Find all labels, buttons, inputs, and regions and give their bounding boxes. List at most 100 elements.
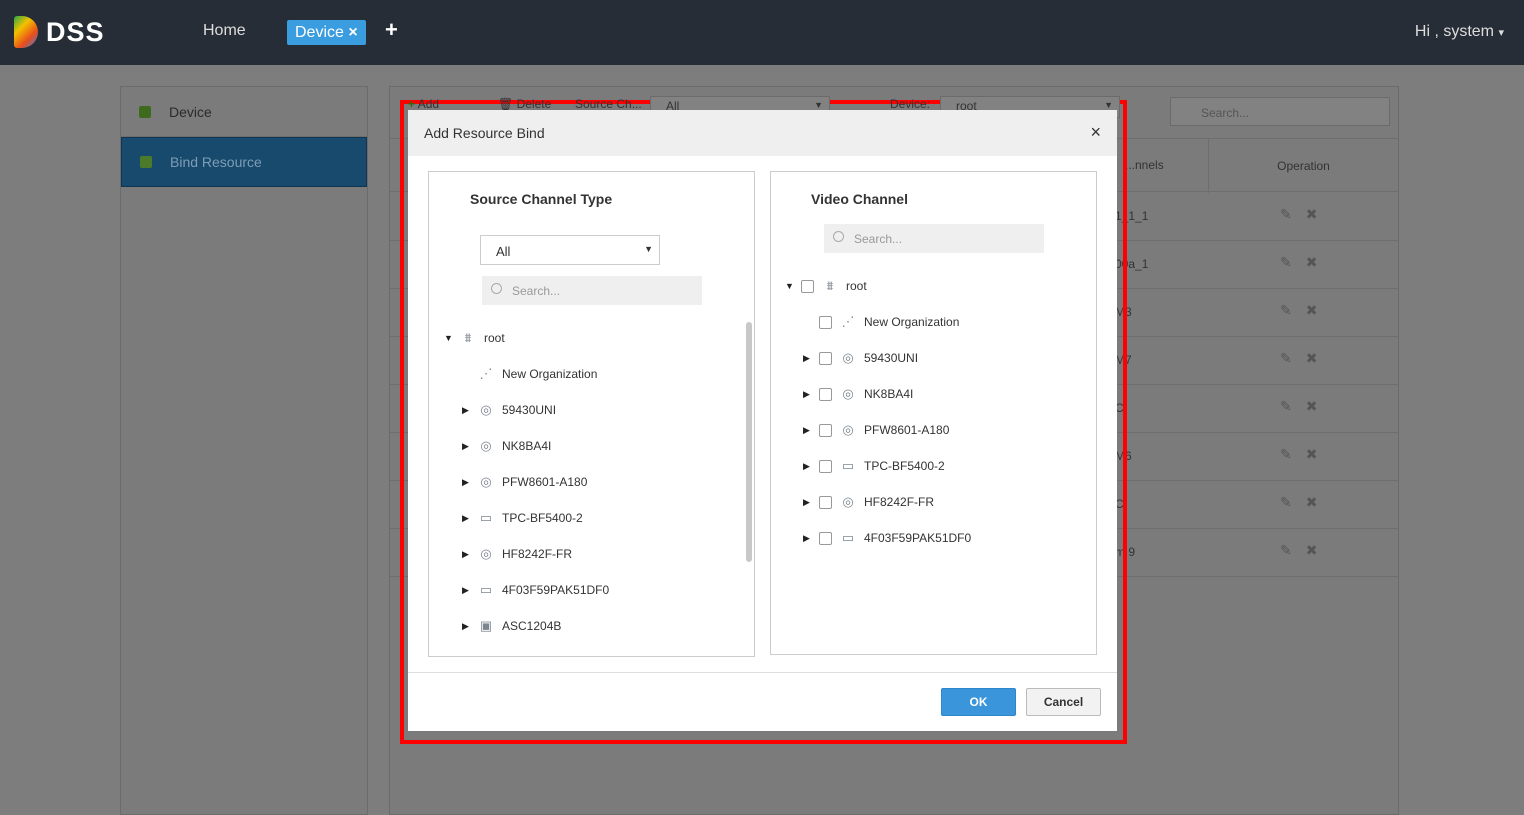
checkbox[interactable]: [819, 351, 832, 365]
tree-node-label: TPC-BF5400-2: [864, 459, 945, 473]
tree-node[interactable]: ▼ ⩩ root: [444, 328, 505, 348]
column-operation: Operation: [1208, 139, 1398, 193]
edit-icon[interactable]: ✎: [1280, 542, 1306, 558]
tree-node-label: NK8BA4I: [502, 439, 552, 453]
tree-node-label: root: [846, 279, 867, 293]
tree-node-label: PFW8601-A180: [864, 423, 950, 437]
delete-icon[interactable]: ✖: [1306, 494, 1332, 510]
expand-icon[interactable]: ▶: [803, 461, 819, 472]
source-search-input[interactable]: Search...: [482, 276, 702, 305]
tree-node[interactable]: ▶ ◎ 59430UNI: [803, 348, 918, 368]
delete-icon[interactable]: ✖: [1306, 542, 1332, 558]
delete-icon[interactable]: ✖: [1306, 446, 1332, 462]
sidebar-item-bind-resource[interactable]: Bind Resource: [121, 137, 367, 187]
collapse-icon[interactable]: ▼: [785, 281, 801, 291]
nav-home[interactable]: Home: [203, 22, 246, 40]
checkbox[interactable]: [819, 315, 832, 329]
expand-icon[interactable]: ▶: [462, 621, 478, 632]
user-menu[interactable]: Hi , system ▾: [1415, 23, 1504, 41]
search-placeholder: Search...: [512, 284, 561, 298]
tree-node[interactable]: ⋰ New Organization: [803, 312, 959, 332]
checkbox[interactable]: [819, 423, 832, 437]
expand-icon[interactable]: ▶: [803, 497, 819, 508]
search-icon: [491, 283, 502, 294]
video-search-input[interactable]: Search...: [824, 224, 1044, 253]
delete-icon[interactable]: ✖: [1306, 302, 1332, 318]
org-root-icon: ⩩: [464, 330, 472, 345]
nvr-icon: ▭: [841, 458, 855, 473]
expand-icon[interactable]: ▶: [803, 353, 819, 364]
camera-icon: ◎: [480, 402, 492, 417]
checkbox[interactable]: [801, 279, 814, 293]
tree-node[interactable]: ▶ ▭ 4F03F59PAK51DF0: [803, 528, 971, 548]
delete-button[interactable]: 🗑 Delete: [498, 97, 551, 111]
tab-close-icon[interactable]: ×: [348, 24, 357, 41]
edit-icon[interactable]: ✎: [1280, 398, 1306, 414]
edit-icon[interactable]: ✎: [1280, 446, 1306, 462]
tree-node[interactable]: ▶ ◎ HF8242F-FR: [803, 492, 934, 512]
tree-node[interactable]: ▶ ◎ NK8BA4I: [803, 384, 913, 404]
checkbox[interactable]: [819, 495, 832, 509]
delete-icon[interactable]: ✖: [1306, 206, 1332, 222]
tree-node[interactable]: ▶ ◎ PFW8601-A180: [803, 420, 949, 440]
tree-node[interactable]: ▶ ◎ NK8BA4I: [462, 436, 551, 456]
expand-icon[interactable]: ▶: [462, 441, 478, 452]
expand-icon[interactable]: ▶: [803, 425, 819, 436]
org-root-icon: ⩩: [826, 278, 834, 293]
tree-node[interactable]: ▶ ▭ 4F03F59PAK51DF0: [462, 580, 609, 600]
delete-icon[interactable]: ✖: [1306, 254, 1332, 270]
tree-node[interactable]: ▶ ◎ 59430UNI: [462, 400, 556, 420]
delete-icon[interactable]: ✖: [1306, 398, 1332, 414]
ok-button[interactable]: OK: [941, 688, 1016, 716]
expand-icon[interactable]: ▶: [462, 477, 478, 488]
tree-node-label: ASC1204B: [502, 619, 562, 633]
tree-node-label: root: [484, 331, 505, 345]
edit-icon[interactable]: ✎: [1280, 206, 1306, 222]
collapse-icon[interactable]: ▼: [444, 333, 460, 343]
tree-node[interactable]: ▶ ▭ TPC-BF5400-2: [803, 456, 945, 476]
camera-icon: ◎: [480, 546, 492, 561]
expand-icon[interactable]: ▶: [462, 585, 478, 596]
tab-device[interactable]: Device ×: [287, 20, 366, 45]
tree-node[interactable]: ▼ ⩩ root: [785, 276, 867, 296]
checkbox[interactable]: [819, 459, 832, 473]
edit-icon[interactable]: ✎: [1280, 254, 1306, 270]
tree-node[interactable]: ▶ ◎ PFW8601-A180: [462, 472, 587, 492]
expand-icon[interactable]: ▶: [803, 389, 819, 400]
pane-title: Source Channel Type: [470, 191, 613, 207]
expand-icon[interactable]: ▶: [803, 533, 819, 544]
row-operations: ✎✖: [1280, 350, 1331, 367]
add-button[interactable]: + Add: [408, 97, 439, 111]
tree-node[interactable]: ▶ ▭ TPC-BF5400-2: [462, 508, 583, 528]
column-channels: ...nnels: [1125, 158, 1164, 172]
scrollbar[interactable]: [746, 322, 752, 562]
close-icon[interactable]: ×: [1090, 122, 1101, 143]
edit-icon[interactable]: ✎: [1280, 350, 1306, 366]
dialog-header: Add Resource Bind ×: [408, 110, 1117, 156]
expand-icon[interactable]: ▶: [462, 549, 478, 560]
tree-node-label: TPC-BF5400-2: [502, 511, 583, 525]
checkbox[interactable]: [819, 387, 832, 401]
search-input[interactable]: Search...: [1170, 97, 1390, 126]
nvr-icon: ▭: [841, 530, 855, 545]
caret-down-icon: ▼: [1104, 100, 1113, 110]
delete-icon[interactable]: ✖: [1306, 350, 1332, 366]
organization-icon: ⋰: [841, 314, 855, 329]
expand-icon[interactable]: ▶: [462, 405, 478, 416]
checkbox[interactable]: [819, 531, 832, 545]
source-type-select[interactable]: All ▼: [480, 235, 660, 265]
sidebar-item-device[interactable]: Device: [121, 87, 367, 137]
expand-icon[interactable]: ▶: [462, 513, 478, 524]
add-tab-button[interactable]: +: [385, 17, 398, 43]
search-placeholder: Search...: [854, 232, 903, 246]
edit-icon[interactable]: ✎: [1280, 302, 1306, 318]
row-operations: ✎✖: [1280, 254, 1331, 271]
camera-icon: ◎: [842, 422, 854, 437]
tree-node[interactable]: ⋰ New Organization: [462, 364, 598, 384]
tree-node[interactable]: ▶ ◎ HF8242F-FR: [462, 544, 572, 564]
sidebar-label: Device: [169, 103, 212, 120]
bind-resource-icon: [140, 156, 152, 168]
cancel-button[interactable]: Cancel: [1026, 688, 1101, 716]
edit-icon[interactable]: ✎: [1280, 494, 1306, 510]
tree-node[interactable]: ▶ ▣ ASC1204B: [462, 616, 561, 636]
